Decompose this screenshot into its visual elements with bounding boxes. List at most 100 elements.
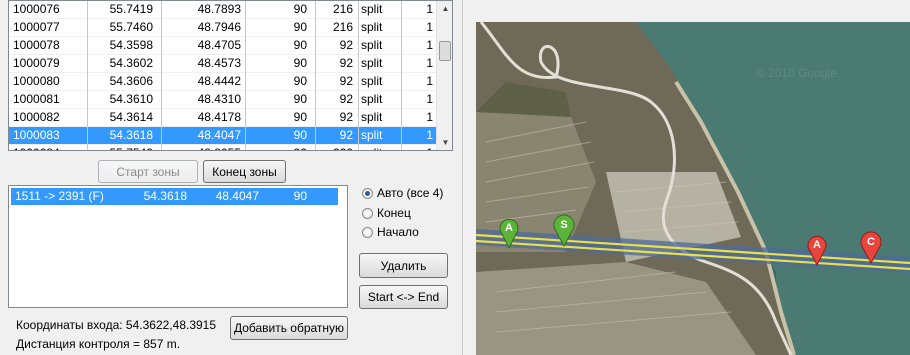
table-cell-lat: 54.3618 xyxy=(109,128,153,142)
table-cell-v1: 90 xyxy=(293,110,307,124)
table-cell-n: 1 xyxy=(403,145,433,150)
zone-start-button[interactable]: Старт зоны xyxy=(98,160,198,183)
table-row[interactable]: 100008455.754048.805590220split1 xyxy=(9,145,436,150)
table-cell-n: 1 xyxy=(426,110,433,124)
table-cell-v1: 90 xyxy=(293,74,307,88)
table-cell-id: 1000076 xyxy=(13,2,60,16)
swap-button[interactable]: Start <-> End xyxy=(359,285,448,309)
radio-start-label: Начало xyxy=(377,225,419,239)
table-cell-lat: 54.3614 xyxy=(109,110,153,124)
zone-list-item[interactable]: 1511 -> 2391 (F) 54.3618 48.4047 90 xyxy=(11,188,338,205)
table-cell-v1: 90 xyxy=(293,20,307,34)
table-row[interactable]: 1000083 54.3618 48.4047 90 92 split 1 xyxy=(9,127,436,145)
points-table-body: 1000076 55.7419 48.7893 90 216 split 1 1000077 5… xyxy=(9,1,436,150)
table-cell-v1: 90 xyxy=(293,56,307,70)
table-cell-id: 1000084 xyxy=(13,145,77,150)
table-cell-lon: 48.4310 xyxy=(197,92,241,106)
table-cell-lat: 54.3606 xyxy=(109,74,153,88)
scroll-thumb[interactable] xyxy=(439,41,451,61)
svg-text:A: A xyxy=(505,222,513,234)
table-cell-n: 1 xyxy=(426,20,433,34)
table-cell-type: split xyxy=(361,74,383,88)
svg-text:C: C xyxy=(867,236,875,248)
table-row[interactable]: 1000082 54.3614 48.4178 90 92 split 1 xyxy=(9,109,436,127)
zone-lon: 48.4047 xyxy=(215,189,259,203)
table-cell-type: split xyxy=(361,128,383,142)
table-cell-n: 1 xyxy=(426,38,433,52)
table-cell-lon: 48.8055 xyxy=(169,145,241,150)
entry-coordinates: Координаты входа: 54.3622,48.3915 xyxy=(16,318,217,332)
map-marker-a-green[interactable]: A xyxy=(498,217,520,249)
radio-start[interactable]: Начало xyxy=(362,225,419,239)
radio-start-dot[interactable] xyxy=(362,226,373,238)
table-cell-type: split xyxy=(361,20,383,34)
control-distance: Дистанция контроля = 857 m. xyxy=(16,337,181,351)
table-cell-lon: 48.4573 xyxy=(197,56,241,70)
map-marker-s-green[interactable]: S xyxy=(552,213,576,247)
satellite-map[interactable]: © 2010 Google A S A C xyxy=(476,22,910,355)
table-cell-id: 1000078 xyxy=(13,38,60,52)
table-cell-lon: 48.4178 xyxy=(197,110,241,124)
table-cell-type: split xyxy=(361,145,401,150)
table-cell-lat: 54.3598 xyxy=(109,38,153,52)
radio-end-dot[interactable] xyxy=(362,207,373,219)
zone-end-button[interactable]: Конец зоны xyxy=(203,160,286,183)
table-cell-v1: 90 xyxy=(293,128,307,142)
table-cell-type: split xyxy=(361,56,383,70)
scroll-up-icon[interactable]: ▲ xyxy=(437,1,452,16)
radio-auto[interactable]: Авто (все 4) xyxy=(362,186,443,200)
table-cell-id: 1000079 xyxy=(13,56,60,70)
radio-auto-label: Авто (все 4) xyxy=(377,186,444,200)
table-cell-lon: 48.4442 xyxy=(197,74,241,88)
table-cell-type: split xyxy=(361,92,383,106)
table-row[interactable]: 1000076 55.7419 48.7893 90 216 split 1 xyxy=(9,1,436,19)
table-cell-lon: 48.7946 xyxy=(197,20,241,34)
table-scrollbar[interactable]: ▲ ▼ xyxy=(436,1,452,150)
table-row[interactable]: 1000079 54.3602 48.4573 90 92 split 1 xyxy=(9,55,436,73)
table-cell-n: 1 xyxy=(426,56,433,70)
column-divider xyxy=(401,1,402,150)
table-cell-lat: 54.3610 xyxy=(109,92,153,106)
map-marker-a-red[interactable]: A xyxy=(806,234,828,266)
table-cell-id: 1000080 xyxy=(13,74,60,88)
panel-divider xyxy=(462,0,463,355)
table-cell-n: 1 xyxy=(426,74,433,88)
radio-auto-dot[interactable] xyxy=(362,187,373,199)
column-divider xyxy=(87,1,88,150)
table-cell-lat: 55.7540 xyxy=(93,145,153,150)
column-divider xyxy=(315,1,316,150)
table-cell-n: 1 xyxy=(426,128,433,142)
column-divider xyxy=(161,1,162,150)
table-cell-n: 1 xyxy=(426,92,433,106)
column-divider xyxy=(358,1,359,150)
map-canvas: © 2010 Google xyxy=(476,22,910,355)
table-cell-v1: 90 xyxy=(293,92,307,106)
zone-speed: 90 xyxy=(293,189,307,203)
table-cell-lat: 55.7419 xyxy=(109,2,153,16)
table-row[interactable]: 1000081 54.3610 48.4310 90 92 split 1 xyxy=(9,91,436,109)
svg-text:A: A xyxy=(813,239,821,251)
table-row[interactable]: 1000080 54.3606 48.4442 90 92 split 1 xyxy=(9,73,436,91)
table-cell-type: split xyxy=(361,2,383,16)
table-cell-id: 1000082 xyxy=(13,110,60,124)
table-cell-lon: 48.4705 xyxy=(197,38,241,52)
zone-route: 1511 -> 2391 (F) xyxy=(15,189,104,203)
table-cell-lat: 55.7460 xyxy=(109,20,153,34)
table-cell-type: split xyxy=(361,38,383,52)
table-cell-id: 1000083 xyxy=(13,128,60,142)
scroll-down-icon[interactable]: ▼ xyxy=(437,135,452,150)
table-cell-n: 1 xyxy=(426,2,433,16)
column-divider xyxy=(245,1,246,150)
svg-text:S: S xyxy=(560,219,567,231)
table-cell-id: 1000077 xyxy=(13,20,60,34)
map-marker-c-red[interactable]: C xyxy=(859,230,883,264)
table-cell-type: split xyxy=(361,110,383,124)
add-reverse-button[interactable]: Добавить обратную xyxy=(230,316,348,340)
table-row[interactable]: 1000078 54.3598 48.4705 90 92 split 1 xyxy=(9,37,436,55)
radio-end[interactable]: Конец xyxy=(362,206,411,220)
points-table[interactable]: 1000076 55.7419 48.7893 90 216 split 1 1000077 5… xyxy=(8,0,453,151)
delete-button[interactable]: Удалить xyxy=(359,253,448,278)
zone-lat: 54.3618 xyxy=(143,189,187,203)
table-row[interactable]: 1000077 55.7460 48.7946 90 216 split 1 xyxy=(9,19,436,37)
zone-list[interactable]: 1511 -> 2391 (F) 54.3618 48.4047 90 xyxy=(8,185,348,308)
